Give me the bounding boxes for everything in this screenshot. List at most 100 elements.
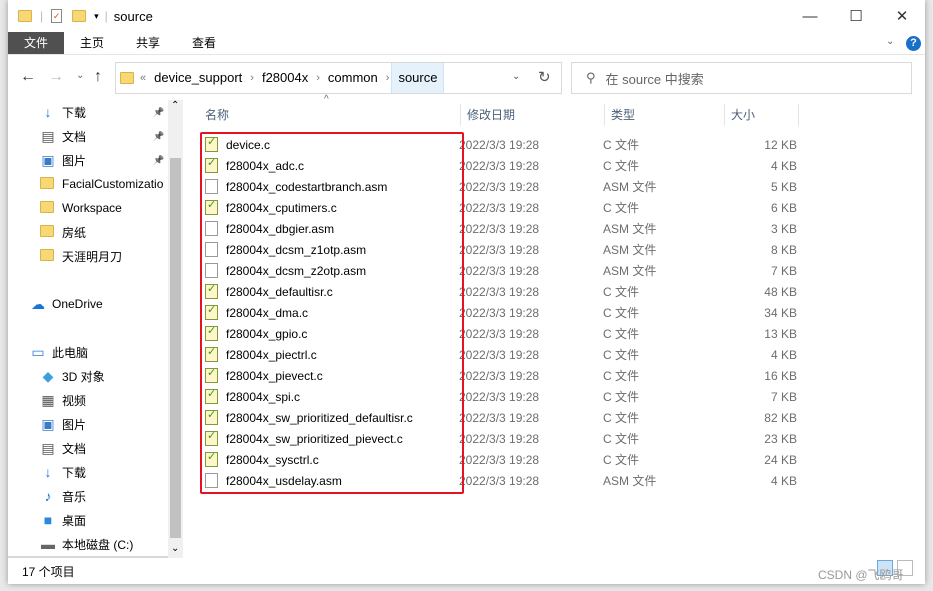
status-item-count: 17 个项目 bbox=[22, 565, 75, 579]
scroll-down-icon[interactable]: ⌄ bbox=[171, 543, 179, 554]
column-header-name[interactable]: 名称 bbox=[199, 104, 461, 126]
minimize-icon: — bbox=[802, 7, 818, 25]
search-placeholder: 在 source 中搜索 bbox=[605, 71, 704, 87]
video-icon: ▦ bbox=[41, 392, 55, 408]
tab-home[interactable]: 主页 bbox=[64, 32, 120, 54]
file-type: C 文件 bbox=[603, 327, 640, 341]
back-icon[interactable]: ← bbox=[20, 68, 36, 86]
pin-icon[interactable]: 📌 bbox=[153, 155, 164, 166]
sidebar-item[interactable]: ▣ 图片 bbox=[8, 412, 168, 436]
file-date: 2022/3/3 19:28 bbox=[459, 347, 540, 362]
sidebar-item[interactable]: 天涯明月刀 bbox=[8, 244, 168, 268]
folder-icon bbox=[40, 201, 56, 215]
sidebar-item[interactable]: ↓ 下载 bbox=[8, 460, 168, 484]
sidebar-item[interactable]: ▤ 文档 bbox=[8, 436, 168, 460]
sidebar-item[interactable]: ▣ 图片 📌 bbox=[8, 148, 168, 172]
scroll-up-icon[interactable]: ⌃ bbox=[171, 100, 179, 111]
chevron-right-icon[interactable]: › bbox=[314, 72, 322, 84]
sidebar-item[interactable]: ♪ 音乐 bbox=[8, 484, 168, 508]
breadcrumb-device-support[interactable]: device_support bbox=[148, 63, 248, 93]
overflow-chevron[interactable]: « bbox=[138, 72, 148, 84]
breadcrumb-source[interactable]: source bbox=[391, 63, 445, 93]
sidebar-item-label: 桌面 bbox=[62, 513, 87, 528]
forward-icon[interactable]: → bbox=[48, 68, 64, 86]
pin-icon[interactable]: 📌 bbox=[153, 131, 164, 142]
sidebar-item[interactable]: ▭ 此电脑 bbox=[8, 340, 168, 364]
sidebar-item-label: OneDrive bbox=[52, 297, 103, 311]
music-icon: ♪ bbox=[44, 488, 52, 504]
file-date: 2022/3/3 19:28 bbox=[459, 284, 540, 299]
minimize-button[interactable]: — bbox=[787, 0, 833, 32]
watermark: CSDN @飞鸥哥 bbox=[818, 568, 904, 582]
help-icon[interactable]: ? bbox=[906, 36, 921, 51]
sidebar-item[interactable]: FacialCustomizatio bbox=[8, 172, 168, 196]
chevron-right-icon[interactable]: › bbox=[248, 72, 256, 84]
expand-ribbon-icon[interactable]: ⌄ bbox=[886, 36, 894, 47]
document-icon: ▤ bbox=[41, 128, 55, 144]
file-size: 7 KB bbox=[770, 389, 797, 404]
tab-view[interactable]: 查看 bbox=[176, 32, 232, 54]
file-date: 2022/3/3 19:28 bbox=[459, 326, 540, 341]
tab-file[interactable]: 文件 bbox=[8, 32, 65, 54]
pin-icon[interactable]: 📌 bbox=[153, 107, 164, 118]
address-dropdown-icon[interactable]: ⌄ bbox=[512, 71, 520, 82]
search-input[interactable]: ⚲ 在 source 中搜索 bbox=[571, 62, 912, 94]
sidebar-item[interactable]: ▬ 本地磁盘 (C:) bbox=[8, 532, 168, 556]
file-size: 4 KB bbox=[770, 158, 797, 173]
chevron-right-icon[interactable]: › bbox=[384, 72, 392, 84]
search-icon: ⚲ bbox=[586, 70, 596, 85]
address-bar[interactable]: « device_support › f28004x › common › sourc… bbox=[115, 62, 562, 94]
sidebar-item[interactable]: ☁ OneDrive bbox=[8, 292, 168, 316]
highlight-box bbox=[200, 132, 464, 494]
sidebar-item[interactable]: ▤ 文档 📌 bbox=[8, 124, 168, 148]
file-type: ASM 文件 bbox=[603, 264, 657, 278]
customize-quick-access-icon[interactable]: ▾ bbox=[94, 11, 99, 22]
properties-icon[interactable]: ✓ bbox=[51, 9, 63, 23]
download-icon: ↓ bbox=[44, 104, 52, 120]
folder-icon bbox=[18, 10, 32, 22]
file-type: ASM 文件 bbox=[603, 222, 657, 236]
file-type: C 文件 bbox=[603, 453, 640, 467]
close-button[interactable]: ✕ bbox=[879, 0, 925, 32]
file-type: C 文件 bbox=[603, 411, 640, 425]
sidebar-item[interactable]: 房纸 bbox=[8, 220, 168, 244]
navigation-pane: ↓ 下载 📌 ▤ 文档 📌 ▣ 图片 📌 FacialCustomizatio Workspace 房… bbox=[8, 100, 168, 558]
file-size: 7 KB bbox=[770, 263, 797, 278]
folder-icon bbox=[120, 72, 134, 84]
nav-scrollbar-thumb[interactable] bbox=[170, 158, 181, 538]
refresh-icon[interactable]: ↻ bbox=[538, 68, 551, 86]
file-type: C 文件 bbox=[603, 201, 640, 215]
file-type: C 文件 bbox=[603, 159, 640, 173]
recent-locations-icon[interactable]: ⌄ bbox=[76, 70, 84, 81]
sidebar-item[interactable]: Workspace bbox=[8, 196, 168, 220]
breadcrumb-f28004x[interactable]: f28004x bbox=[256, 63, 314, 93]
file-date: 2022/3/3 19:28 bbox=[459, 200, 540, 215]
file-date: 2022/3/3 19:28 bbox=[459, 305, 540, 320]
file-size: 4 KB bbox=[770, 347, 797, 362]
file-date: 2022/3/3 19:28 bbox=[459, 221, 540, 236]
sidebar-item[interactable]: ■ 桌面 bbox=[8, 508, 168, 532]
maximize-button[interactable]: ☐ bbox=[833, 0, 879, 32]
sidebar-item-label: 天涯明月刀 bbox=[62, 249, 123, 264]
tab-share[interactable]: 共享 bbox=[120, 32, 176, 54]
file-size: 24 KB bbox=[764, 452, 797, 467]
file-date: 2022/3/3 19:28 bbox=[459, 431, 540, 446]
folder-icon bbox=[40, 177, 56, 191]
sidebar-item[interactable]: ▦ 视频 bbox=[8, 388, 168, 412]
cube-icon: ◆ bbox=[42, 368, 54, 384]
new-folder-icon[interactable] bbox=[72, 10, 87, 22]
up-icon[interactable]: ↑ bbox=[94, 68, 102, 86]
column-header-type[interactable]: 类型 bbox=[605, 104, 725, 126]
breadcrumb-common[interactable]: common bbox=[322, 63, 384, 93]
sidebar-item-label: 文档 bbox=[62, 441, 87, 456]
computer-icon: ▭ bbox=[31, 344, 45, 360]
column-header-size[interactable]: 大小 bbox=[725, 104, 799, 126]
sidebar-item[interactable]: ▬本地磁盘 (D:) bbox=[8, 556, 168, 558]
file-date: 2022/3/3 19:28 bbox=[459, 179, 540, 194]
file-type: C 文件 bbox=[603, 306, 640, 320]
file-date: 2022/3/3 19:28 bbox=[459, 452, 540, 467]
sidebar-item[interactable]: ↓ 下载 📌 bbox=[8, 100, 168, 124]
sidebar-item[interactable]: ◆ 3D 对象 bbox=[8, 364, 168, 388]
column-header-date[interactable]: 修改日期 bbox=[461, 104, 605, 126]
